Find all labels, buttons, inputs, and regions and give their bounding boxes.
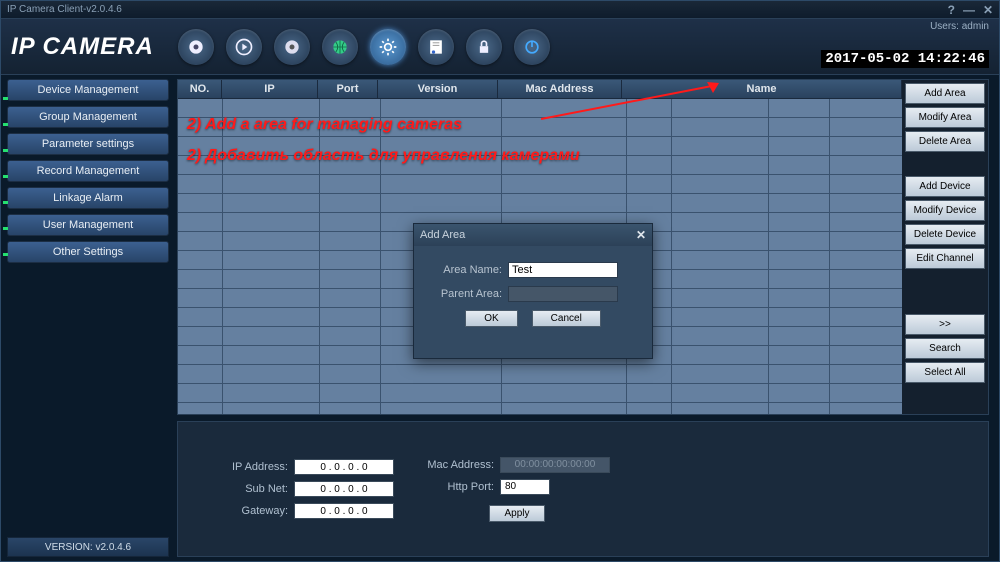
dialog-close-icon[interactable]: ✕ (636, 228, 646, 242)
dialog-title: Add Area (420, 229, 465, 241)
ip-address-input[interactable] (294, 459, 394, 475)
gateway-label: Gateway: (218, 505, 288, 517)
sidebar-item-parameter-settings[interactable]: Parameter settings (7, 133, 169, 155)
minimize-icon[interactable]: — (963, 3, 975, 17)
col-name[interactable]: Name (622, 80, 902, 98)
dialog-cancel-button[interactable]: Cancel (532, 310, 601, 327)
green-markers (3, 97, 9, 279)
app-logo: IP CAMERA (11, 33, 154, 61)
dialog-ok-button[interactable]: OK (465, 310, 517, 327)
parent-area-input (508, 286, 618, 302)
area-name-label: Area Name: (428, 264, 508, 276)
close-icon[interactable]: ✕ (983, 3, 993, 17)
col-port[interactable]: Port (318, 80, 378, 98)
modify-device-button[interactable]: Modify Device (905, 200, 985, 221)
window-title: IP Camera Client-v2.0.4.6 (7, 4, 122, 15)
settings-icon[interactable] (370, 29, 406, 65)
mac-address-input (500, 457, 610, 473)
toolbar: IP CAMERA Users: admin 2017-05-02 14:22:… (1, 19, 999, 75)
delete-device-button[interactable]: Delete Device (905, 224, 985, 245)
select-all-button[interactable]: Select All (905, 362, 985, 383)
version-label: VERSION: v2.0.4.6 (7, 537, 169, 557)
sidebar-item-record-management[interactable]: Record Management (7, 160, 169, 182)
gateway-input[interactable] (294, 503, 394, 519)
sidebar-item-device-management[interactable]: Device Management (7, 79, 169, 101)
log-icon[interactable] (418, 29, 454, 65)
action-buttons: Add Area Modify Area Delete Area Add Dev… (902, 80, 988, 414)
globe-icon[interactable] (322, 29, 358, 65)
col-no[interactable]: NO. (178, 80, 222, 98)
sidebar-item-linkage-alarm[interactable]: Linkage Alarm (7, 187, 169, 209)
help-icon[interactable]: ? (948, 3, 955, 17)
sidebar-item-other-settings[interactable]: Other Settings (7, 241, 169, 263)
edit-channel-button[interactable]: Edit Channel (905, 248, 985, 269)
add-area-button[interactable]: Add Area (905, 83, 985, 104)
network-panel: IP Address: Sub Net: Gateway: Mac Addres… (177, 421, 989, 557)
ip-label: IP Address: (218, 461, 288, 473)
titlebar: IP Camera Client-v2.0.4.6 ? — ✕ (1, 1, 999, 19)
add-area-dialog: Add Area ✕ Area Name: Parent Area: OK Ca… (413, 223, 653, 359)
play-icon[interactable] (226, 29, 262, 65)
power-icon[interactable] (514, 29, 550, 65)
sidebar: Device Management Group Management Param… (1, 75, 175, 561)
add-device-button[interactable]: Add Device (905, 176, 985, 197)
subnet-input[interactable] (294, 481, 394, 497)
sidebar-item-user-management[interactable]: User Management (7, 214, 169, 236)
httpport-label: Http Port: (424, 481, 494, 493)
expand-button[interactable]: >> (905, 314, 985, 335)
subnet-label: Sub Net: (218, 483, 288, 495)
user-label: Users: admin (930, 21, 989, 32)
modify-area-button[interactable]: Modify Area (905, 107, 985, 128)
col-ip[interactable]: IP (222, 80, 318, 98)
timestamp: 2017-05-02 14:22:46 (821, 50, 989, 68)
eye-icon[interactable] (178, 29, 214, 65)
apply-button[interactable]: Apply (489, 505, 544, 522)
parent-area-label: Parent Area: (428, 288, 508, 300)
http-port-input[interactable] (500, 479, 550, 495)
delete-area-button[interactable]: Delete Area (905, 131, 985, 152)
search-button[interactable]: Search (905, 338, 985, 359)
col-mac[interactable]: Mac Address (498, 80, 622, 98)
lock-icon[interactable] (466, 29, 502, 65)
sidebar-item-group-management[interactable]: Group Management (7, 106, 169, 128)
area-name-input[interactable] (508, 262, 618, 278)
record-icon[interactable] (274, 29, 310, 65)
mac-label: Mac Address: (424, 459, 494, 471)
col-version[interactable]: Version (378, 80, 498, 98)
